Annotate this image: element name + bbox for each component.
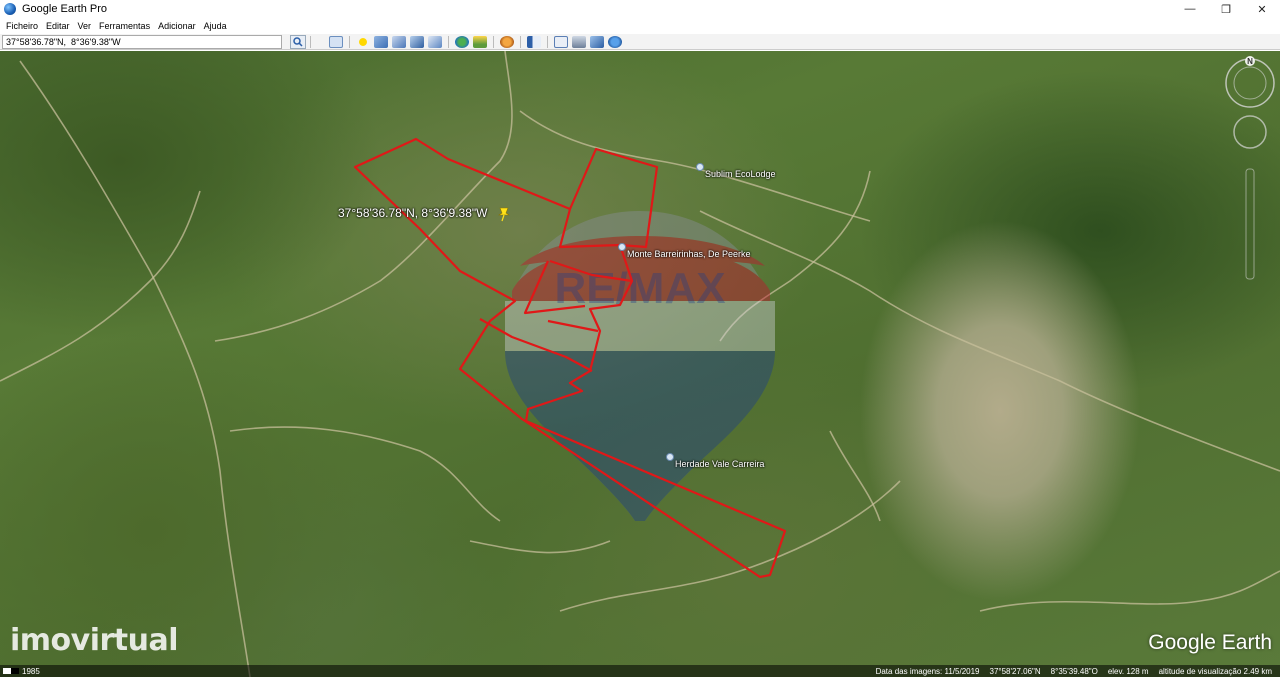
place-pin-icon[interactable] (666, 453, 674, 461)
save-image-icon[interactable] (590, 35, 604, 48)
title-bar: Google Earth Pro — ❐ ✕ (0, 0, 1280, 18)
window-title: Google Earth Pro (22, 3, 107, 15)
search-input[interactable] (2, 34, 282, 49)
toolbar-separator (349, 35, 350, 48)
cursor-longitude: 8°35'39.48"O (1050, 666, 1098, 676)
toolbar-separator (520, 35, 521, 48)
image-overlay-icon[interactable] (410, 35, 424, 48)
menu-ferramentas[interactable]: Ferramentas (95, 21, 154, 31)
place-label-sublim-ecolodge[interactable]: Sublim EcoLodge (705, 169, 776, 179)
north-label: N (1247, 57, 1253, 66)
look-joystick-inner (1233, 66, 1267, 100)
google-earth-brand: Google Earth (1148, 631, 1272, 654)
maps-icon[interactable] (608, 35, 622, 48)
menu-ajuda[interactable]: Ajuda (200, 21, 231, 31)
scale-label: 1985 (22, 666, 40, 676)
toolbar-separator (547, 35, 548, 48)
imovirtual-watermark: imovirtual (10, 623, 179, 658)
menu-ficheiro[interactable]: Ficheiro (2, 21, 42, 31)
window-controls: — ❐ ✕ (1172, 0, 1280, 18)
scale-legend-icon (3, 668, 19, 674)
eye-altitude: altitude de visualização 2.49 km (1158, 666, 1272, 676)
map-overlay: RE/MAX N (0, 51, 1280, 677)
planets-icon[interactable] (500, 35, 514, 48)
place-label-monte-barreirinhas[interactable]: Monte Barreirinhas, De Peerke (627, 249, 751, 259)
navigation-controls[interactable] (1225, 56, 1275, 280)
status-readouts: Data das imagens: 11/5/2019 37°58'27.06"… (876, 667, 1272, 676)
cursor-latitude: 37°58'27.06"N (989, 666, 1041, 676)
place-pin-icon[interactable] (696, 163, 704, 171)
look-joystick[interactable] (1225, 58, 1275, 108)
status-bar: 1985 Data das imagens: 11/5/2019 37°58'2… (0, 665, 1280, 677)
search-icon (293, 36, 303, 47)
ruler-icon[interactable] (527, 35, 541, 48)
tour-icon[interactable] (428, 35, 442, 48)
polygon-icon[interactable] (374, 35, 388, 48)
placemark-icon[interactable] (356, 35, 370, 48)
maximize-button[interactable]: ❐ (1208, 0, 1244, 18)
coordinate-placemark-label[interactable]: 37°58'36.78"N, 8°36'9.38"W (338, 206, 487, 220)
email-icon[interactable] (554, 35, 568, 48)
move-joystick[interactable] (1233, 115, 1267, 149)
zoom-slider[interactable] (1245, 168, 1255, 280)
path-icon[interactable] (392, 35, 406, 48)
toolbar-separator (448, 35, 449, 48)
place-label-herdade-vale-carreira[interactable]: Herdade Vale Carreira (675, 459, 764, 469)
print-icon[interactable] (572, 35, 586, 48)
toolbar-separator (493, 35, 494, 48)
menu-bar: Ficheiro Editar Ver Ferramentas Adiciona… (0, 18, 1280, 34)
imagery-date: Data das imagens: 11/5/2019 (875, 666, 980, 676)
sidebar-toggle-icon[interactable] (329, 35, 343, 48)
place-pin-icon[interactable] (618, 243, 626, 251)
cursor-elevation: elev. 128 m (1107, 666, 1149, 676)
menu-ver[interactable]: Ver (74, 21, 96, 31)
historical-imagery-icon[interactable] (455, 35, 469, 48)
google-earth-logo-icon (4, 3, 16, 15)
pushpin-icon[interactable] (497, 206, 511, 222)
sun-icon[interactable] (473, 35, 487, 48)
toolbar-separator (310, 35, 311, 48)
map-view[interactable]: RE/MAX N 37°58'36.78"N, 8°36'9.38"W Subl… (0, 51, 1280, 677)
close-button[interactable]: ✕ (1244, 0, 1280, 18)
toolbar (0, 34, 1280, 50)
search-button[interactable] (290, 34, 306, 49)
minimize-button[interactable]: — (1172, 0, 1208, 18)
menu-editar[interactable]: Editar (42, 21, 74, 31)
menu-adicionar[interactable]: Adicionar (154, 21, 200, 31)
